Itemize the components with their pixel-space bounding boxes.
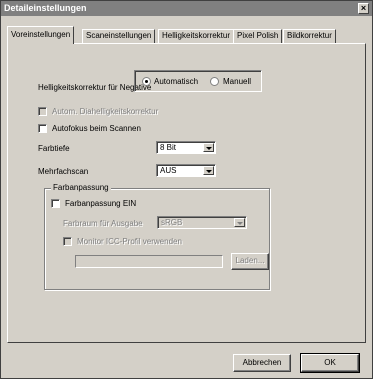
- farbanpassung-checkbox[interactable]: [51, 199, 60, 208]
- negative-correction-group: Automatisch Manuell: [134, 70, 262, 92]
- dialog-window: Detaileinstellungen × Voreinstellungen S…: [0, 0, 373, 379]
- monitor-icc-checkbox[interactable]: [63, 237, 72, 246]
- tab-pixel-polish[interactable]: Pixel Polish: [233, 29, 283, 43]
- ok-button[interactable]: OK: [300, 353, 360, 373]
- close-icon[interactable]: ×: [358, 3, 369, 14]
- autofocus-checkbox[interactable]: [38, 124, 47, 133]
- icc-profile-path-field[interactable]: [75, 255, 223, 268]
- farbtiefe-label: Farbtiefe: [38, 144, 70, 153]
- window-title: Detaileinstellungen: [4, 3, 87, 13]
- dia-correction-checkbox[interactable]: [38, 107, 47, 116]
- farbanpassung-group-title: Farbanpassung: [51, 183, 111, 192]
- monitor-icc-label: Monitor ICC-Profil verwenden: [77, 237, 182, 246]
- chevron-down-icon[interactable]: [203, 166, 214, 175]
- radio-manuell-label[interactable]: Manuell: [223, 77, 251, 86]
- cancel-button[interactable]: Abbrechen: [233, 354, 291, 372]
- farbraum-select[interactable]: sRGB: [157, 216, 247, 229]
- chevron-down-icon[interactable]: [234, 218, 245, 227]
- farbraum-label: Farbraum für Ausgabe: [63, 219, 143, 228]
- autofocus-label: Autofokus beim Scannen: [52, 124, 141, 133]
- radio-automatisch[interactable]: [142, 77, 151, 86]
- chevron-down-icon[interactable]: [203, 143, 214, 152]
- load-profile-button[interactable]: Laden...: [231, 253, 269, 270]
- tab-voreinstellungen[interactable]: Voreinstellungen: [7, 26, 75, 44]
- radio-manuell[interactable]: [210, 77, 219, 86]
- tab-panel-voreinstellungen: Helligkeitskorrektur für Negative Automa…: [7, 43, 366, 343]
- farbanpassung-label: Farbanpassung EIN: [65, 199, 137, 208]
- tab-bildkorrektur[interactable]: Bildkorrektur: [283, 29, 336, 43]
- farbanpassung-group: Farbanpassung Farbanpassung EIN Farbraum…: [44, 183, 270, 290]
- dia-correction-label: Autom. Diahelligkeitskorrektur: [52, 107, 159, 116]
- farbraum-value: sRGB: [161, 218, 183, 227]
- mehrfachscan-value: AUS: [160, 166, 177, 175]
- farbtiefe-select[interactable]: 8 Bit: [156, 141, 216, 154]
- tab-scaneinstellungen[interactable]: Scaneinstellungen: [82, 29, 156, 43]
- title-bar: Detaileinstellungen ×: [1, 1, 372, 16]
- tab-helligkeitskorrektur[interactable]: Helligkeitskorrektur: [158, 29, 235, 43]
- mehrfachscan-select[interactable]: AUS: [156, 164, 216, 177]
- radio-automatisch-label[interactable]: Automatisch: [154, 77, 198, 86]
- farbtiefe-value: 8 Bit: [160, 143, 177, 152]
- mehrfachscan-label: Mehrfachscan: [38, 167, 89, 176]
